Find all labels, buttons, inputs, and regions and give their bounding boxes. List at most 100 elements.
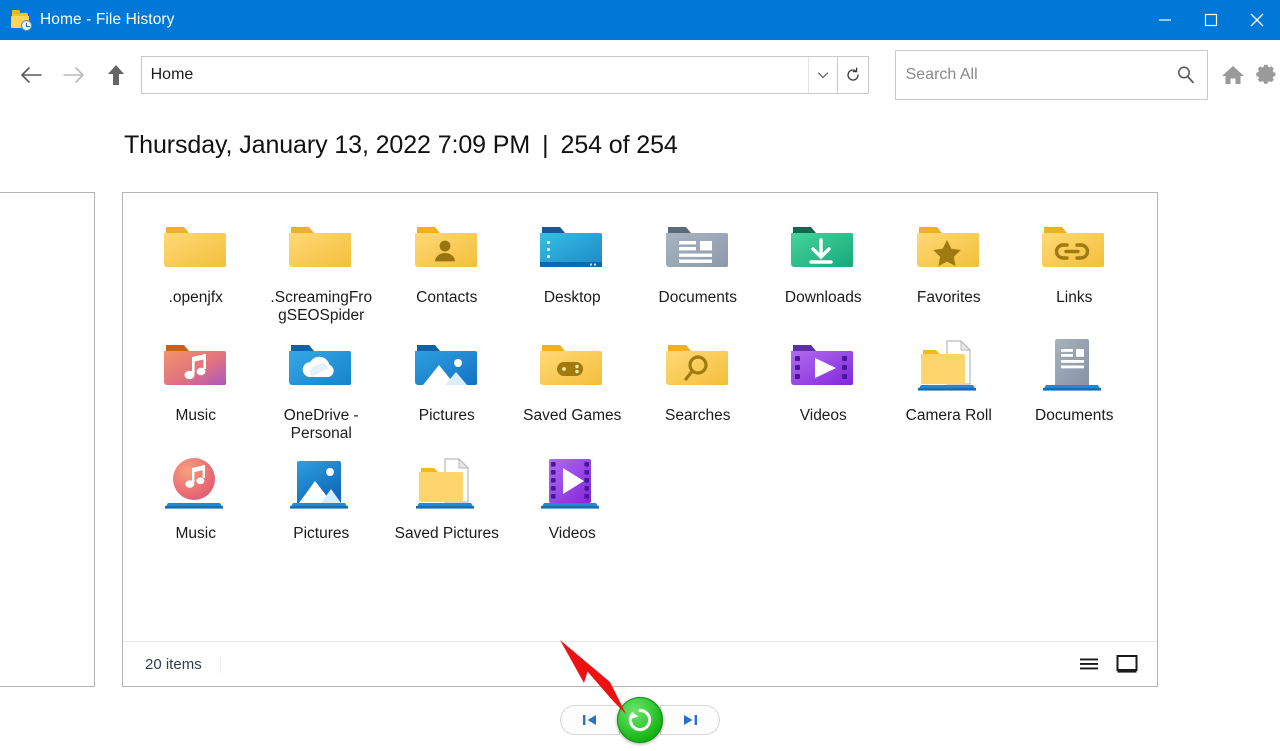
search-button[interactable]	[1165, 64, 1207, 86]
file-tile[interactable]: Documents	[1012, 325, 1138, 443]
address-dropdown-button[interactable]	[807, 57, 837, 93]
folder-downloads-icon	[789, 215, 857, 283]
version-date: Thursday, January 13, 2022 7:09 PM	[124, 131, 531, 159]
file-tile[interactable]: .ScreamingFrogSEOSpider	[259, 207, 385, 325]
folder-videos-icon	[789, 333, 857, 401]
folder-plain-icon	[287, 215, 355, 283]
version-header: Thursday, January 13, 2022 7:09 PM | 254 o…	[124, 131, 678, 160]
search-input[interactable]	[895, 65, 1165, 85]
library-saved-pictures-icon	[413, 451, 481, 519]
settings-button[interactable]	[1250, 58, 1280, 92]
file-name-label: Contacts	[416, 289, 478, 306]
file-name-label: OneDrive - Personal	[283, 407, 359, 442]
folder-desktop-icon	[538, 215, 606, 283]
minimize-button[interactable]	[1142, 0, 1188, 40]
next-version-button[interactable]	[660, 705, 720, 735]
library-music-icon	[162, 451, 230, 519]
refresh-button[interactable]	[836, 57, 868, 93]
file-name-label: Desktop	[543, 289, 601, 306]
title-bar-left: Home - File History	[0, 9, 1142, 31]
file-name-label: Videos	[548, 525, 596, 542]
file-tile[interactable]: OneDrive - Personal	[259, 325, 385, 443]
forward-button[interactable]	[53, 55, 94, 95]
home-button[interactable]	[1218, 58, 1248, 92]
folder-music-icon	[162, 333, 230, 401]
file-name-label: Music	[175, 525, 216, 542]
file-tile[interactable]: Saved Pictures	[384, 443, 510, 561]
skip-next-icon	[684, 715, 697, 725]
large-icons-view-button[interactable]	[1113, 651, 1141, 677]
restore-button[interactable]	[617, 697, 663, 743]
version-counter: 254 of 254	[560, 131, 678, 159]
file-name-label: Links	[1056, 289, 1093, 306]
library-videos-icon	[538, 451, 606, 519]
maximize-icon	[1204, 13, 1218, 27]
file-tile[interactable]: Links	[1012, 207, 1138, 325]
search-box[interactable]	[894, 50, 1208, 100]
file-tile[interactable]: Camera Roll	[886, 325, 1012, 443]
file-tile[interactable]: Videos	[510, 443, 636, 561]
file-name-label: Camera Roll	[905, 407, 992, 424]
library-camera-roll-icon	[915, 333, 983, 401]
close-icon	[1250, 13, 1264, 27]
window-controls	[1142, 0, 1280, 40]
folder-history-icon	[10, 9, 32, 31]
file-name-label: Pictures	[293, 525, 350, 542]
view-mode-buttons	[1075, 651, 1141, 677]
folder-documents-icon	[664, 215, 732, 283]
file-tile[interactable]: Videos	[761, 325, 887, 443]
file-name-label: Saved Games	[523, 407, 622, 424]
header-separator: |	[542, 131, 549, 159]
search-icon	[1178, 66, 1194, 84]
folder-searches-icon	[664, 333, 732, 401]
file-tile[interactable]: Favorites	[886, 207, 1012, 325]
large-icons-view-icon	[1116, 655, 1138, 673]
library-pictures-icon	[287, 451, 355, 519]
folder-saved-games-icon	[538, 333, 606, 401]
arrow-left-icon	[21, 67, 43, 83]
address-bar[interactable]: Home	[140, 56, 869, 94]
arrow-up-icon	[108, 65, 125, 85]
previous-version-button[interactable]	[560, 705, 620, 735]
file-tile[interactable]: Music	[133, 325, 259, 443]
file-name-label: Documents	[658, 289, 737, 306]
title-bar: Home - File History	[0, 0, 1280, 40]
file-tile[interactable]: Searches	[635, 325, 761, 443]
folder-favorites-icon	[915, 215, 983, 283]
navigation-bar: Home	[0, 40, 1280, 110]
version-transport-controls	[560, 697, 720, 743]
status-bar: 20 items	[123, 641, 1157, 686]
folder-contacts-icon	[413, 215, 481, 283]
file-tile[interactable]: Desktop	[510, 207, 636, 325]
list-view-icon	[1080, 658, 1098, 670]
library-documents-icon	[1040, 333, 1108, 401]
file-name-label: .ScreamingFrogSEOSpider	[270, 289, 373, 324]
folder-links-icon	[1040, 215, 1108, 283]
folder-plain-icon	[162, 215, 230, 283]
file-name-label: Videos	[799, 407, 847, 424]
file-tile[interactable]: Music	[133, 443, 259, 561]
minimize-icon	[1159, 19, 1171, 21]
folder-pictures-icon	[413, 333, 481, 401]
file-tile[interactable]: Contacts	[384, 207, 510, 325]
close-button[interactable]	[1234, 0, 1280, 40]
file-tile[interactable]: .openjfx	[133, 207, 259, 325]
file-name-label: Favorites	[916, 289, 981, 306]
file-name-label: Saved Pictures	[394, 525, 499, 542]
back-button[interactable]	[12, 55, 53, 95]
file-name-label: Searches	[665, 407, 731, 424]
file-grid: .openjfx .ScreamingFrogSEOSpider Contact…	[123, 193, 1157, 641]
arrow-right-icon	[63, 67, 85, 83]
toolbar-right	[1218, 58, 1280, 92]
gear-icon	[1256, 64, 1276, 84]
details-view-button[interactable]	[1075, 651, 1103, 677]
file-tile[interactable]: Saved Games	[510, 325, 636, 443]
refresh-icon	[846, 67, 859, 81]
maximize-button[interactable]	[1188, 0, 1234, 40]
file-tile[interactable]: Pictures	[259, 443, 385, 561]
file-tile[interactable]: Documents	[635, 207, 761, 325]
previous-version-card[interactable]	[0, 192, 95, 687]
up-button[interactable]	[96, 55, 137, 95]
file-tile[interactable]: Downloads	[761, 207, 887, 325]
file-tile[interactable]: Pictures	[384, 325, 510, 443]
